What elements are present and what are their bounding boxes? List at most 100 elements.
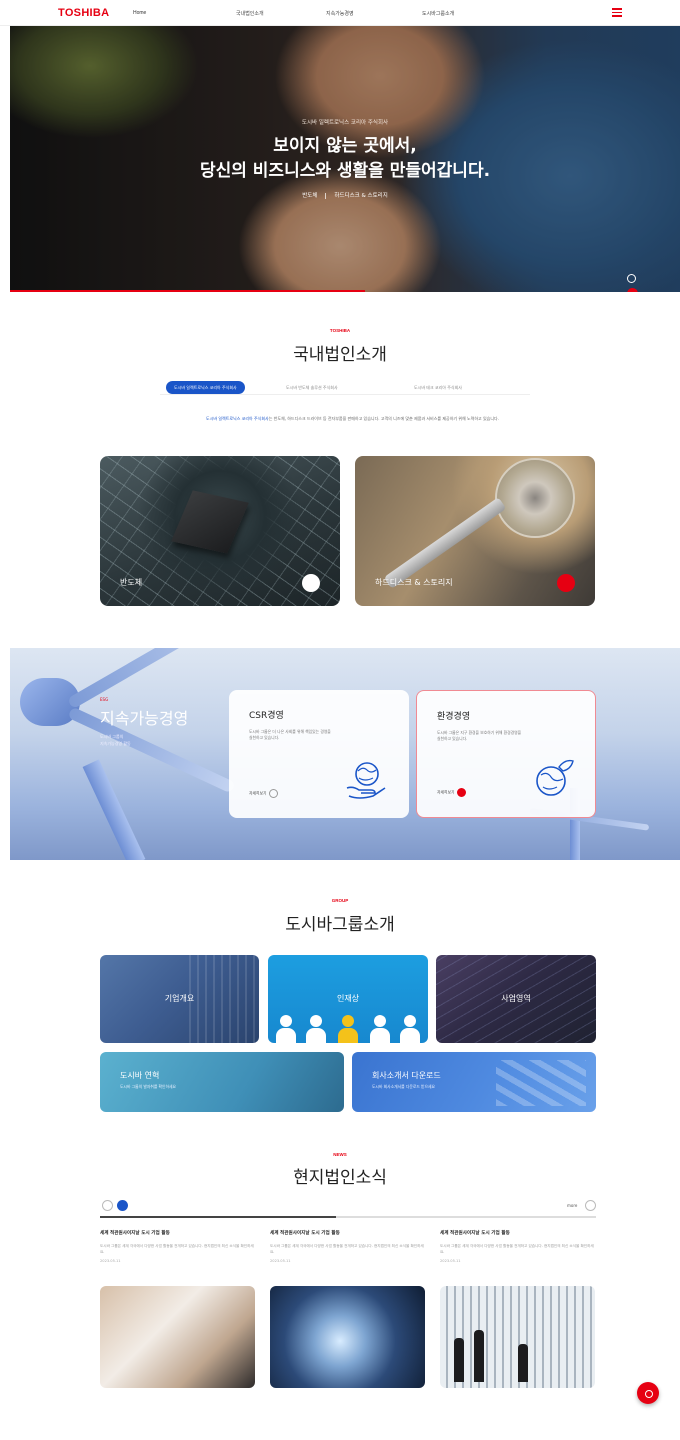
news-image-office[interactable] bbox=[440, 1286, 595, 1388]
csr-card[interactable]: CSR경영 도시바 그룹은 더 나은 사회를 위해 책임있는 경영을 실천하고 … bbox=[229, 690, 409, 818]
globe-in-hand-icon bbox=[346, 762, 386, 799]
group-card-sub: 도시바 그룹의 발자취를 확인하세요 bbox=[120, 1084, 177, 1089]
news-item-desc: 도시바 그룹은 세계 각국에서 다양한 사업 활동을 전개하고 있습니다. 현지… bbox=[440, 1244, 594, 1254]
person-icon bbox=[338, 1015, 358, 1043]
person-icon bbox=[276, 1015, 296, 1043]
arrow-icon bbox=[269, 789, 279, 798]
csr-title: CSR경영 bbox=[249, 711, 284, 721]
news-next-button[interactable] bbox=[117, 1200, 128, 1211]
domestic-title: 국내법인소개 bbox=[293, 345, 387, 365]
turbine-pole-image bbox=[82, 759, 146, 860]
csr-more-label: 자세히보기 bbox=[249, 790, 267, 796]
tab-semiconductor-solution[interactable]: 도시바 반도체 솔루션 주식회사 bbox=[278, 381, 346, 394]
news-item-desc: 도시바 그룹은 세계 각국에서 다양한 사업 활동을 전개하고 있습니다. 현지… bbox=[270, 1244, 424, 1254]
group-card-sub: 도시바 회사소개서를 다운로드 받으세요 bbox=[372, 1084, 436, 1089]
person-silhouette bbox=[474, 1330, 484, 1382]
sustain-desc-line1: 도시바 그룹의 bbox=[100, 734, 124, 739]
news-prev-button[interactable] bbox=[102, 1200, 113, 1211]
group-kicker: GROUP bbox=[331, 898, 349, 903]
tab-tec-korea[interactable]: 도시바 테크 코리아 주식회사 bbox=[406, 381, 470, 394]
news-item-title: 세계 적관원사이지날 도시 기업 활동 bbox=[270, 1231, 340, 1236]
news-kicker: NEWS bbox=[333, 1152, 347, 1157]
business-card-label: 하드디스크 & 스토리지 bbox=[375, 578, 453, 587]
sustain-kicker: ESG bbox=[100, 697, 109, 702]
hero-kicker: 도시바 일렉트로닉스 코리아 주식회사 bbox=[301, 120, 389, 126]
slider-pause-button[interactable] bbox=[627, 274, 636, 283]
news-item[interactable]: 세계 적관원사이지날 도시 기업 활동 도시바 그룹은 세계 각국에서 다양한 … bbox=[100, 1230, 255, 1263]
news-scrollbar-thumb[interactable] bbox=[100, 1216, 336, 1218]
eco-globe-icon bbox=[536, 759, 574, 796]
business-card-label: 반도체 bbox=[120, 578, 143, 587]
hero-link-semiconductor[interactable]: 반도체 bbox=[302, 193, 317, 199]
group-card-talent[interactable]: 인재상 bbox=[268, 955, 428, 1043]
group-card-business[interactable]: 사업영역 bbox=[436, 955, 596, 1043]
arrow-icon bbox=[457, 788, 467, 797]
group-card-label: 인재상 bbox=[336, 994, 360, 1003]
chip-image bbox=[171, 490, 249, 554]
hero-link-storage[interactable]: 하드디스크 & 스토리지 bbox=[334, 193, 387, 199]
news-image-technology[interactable] bbox=[270, 1286, 425, 1388]
group-card-label: 도시바 연혁 bbox=[120, 1071, 160, 1080]
hero-links: 반도체 하드디스크 & 스토리지 bbox=[10, 191, 680, 199]
plus-icon[interactable] bbox=[585, 1200, 596, 1211]
csr-more-link[interactable]: 자세히보기 bbox=[249, 789, 279, 798]
hero-title: 보이지 않는 곳에서, 당신의 비즈니스와 생활을 만들어갑니다. bbox=[10, 134, 680, 184]
arrow-button[interactable] bbox=[302, 574, 320, 592]
news-item[interactable]: 세계 적관원사이지날 도시 기업 활동 도시바 그룹은 세계 각국에서 다양한 … bbox=[270, 1230, 425, 1263]
hero-progress-bar bbox=[10, 290, 365, 292]
news-item-date: 2023.05.11 bbox=[100, 1259, 121, 1263]
business-card-storage[interactable]: 하드디스크 & 스토리지 bbox=[355, 456, 595, 606]
news-item[interactable]: 세계 적관원사이지날 도시 기업 활동 도시바 그룹은 세계 각국에서 다양한 … bbox=[440, 1230, 595, 1263]
group-card-label: 기업개요 bbox=[164, 994, 195, 1003]
news-item-date: 2023.05.11 bbox=[440, 1259, 461, 1263]
news-title: 현지법인소식 bbox=[293, 1168, 387, 1188]
sustain-desc: 도시바 그룹의 지속가능경영 활동 bbox=[100, 733, 131, 747]
news-item-title: 세계 적관원사이지날 도시 기업 활동 bbox=[100, 1231, 170, 1236]
intro-body: 는 반도체, 하드디스크 드라이브 등 전자부품을 판매하고 있습니다. 고객의… bbox=[268, 416, 499, 421]
person-silhouette bbox=[454, 1338, 464, 1382]
turbine-blade-image bbox=[67, 648, 247, 710]
slider-play-button[interactable] bbox=[627, 288, 638, 292]
group-card-label: 회사소개서 다운로드 bbox=[372, 1071, 441, 1080]
hero-banner: 도시바 일렉트로닉스 코리아 주식회사 보이지 않는 곳에서, 당신의 비즈니스… bbox=[10, 26, 680, 292]
person-silhouette bbox=[518, 1344, 528, 1382]
hamburger-menu-icon[interactable] bbox=[612, 8, 622, 17]
nav-domestic[interactable]: 국내법인소개 bbox=[236, 10, 264, 17]
intro-highlight: 도시바 일렉트로닉스 코리아 주식회사 bbox=[206, 416, 269, 421]
sustain-title: 지속가능경영 bbox=[100, 709, 189, 728]
disk-arm-image bbox=[383, 497, 507, 589]
arrow-button[interactable] bbox=[557, 574, 575, 592]
person-icon bbox=[400, 1015, 420, 1043]
group-card-brochure[interactable]: 회사소개서 다운로드 도시바 회사소개서를 다운로드 받으세요 bbox=[352, 1052, 596, 1112]
env-desc: 도시바 그룹은 지구 환경을 보호하기 위해 환경경영을 실천하고 있습니다. bbox=[437, 730, 522, 741]
news-item-date: 2023.05.11 bbox=[270, 1259, 291, 1263]
hero-title-line2: 당신의 비즈니스와 생활을 만들어갑니다. bbox=[199, 161, 491, 181]
group-title: 도시바그룹소개 bbox=[285, 915, 395, 935]
business-card-semiconductor[interactable]: 반도체 bbox=[100, 456, 340, 606]
person-icon bbox=[306, 1015, 326, 1043]
group-card-overview[interactable]: 기업개요 bbox=[100, 955, 259, 1043]
group-card-history[interactable]: 도시바 연혁 도시바 그룹의 발자취를 확인하세요 bbox=[100, 1052, 344, 1112]
floating-action-button[interactable] bbox=[637, 1382, 659, 1404]
hero-link-divider bbox=[325, 192, 327, 199]
hero-title-line1: 보이지 않는 곳에서, bbox=[273, 136, 417, 156]
nav-sustainability[interactable]: 지속가능경영 bbox=[326, 10, 354, 17]
group-card-label: 사업영역 bbox=[501, 994, 531, 1003]
site-header: TOSHIBA Home 국내법인소개 지속가능경영 도시바그룹소개 bbox=[0, 0, 680, 26]
env-card[interactable]: 환경경영 도시바 그룹은 지구 환경을 보호하기 위해 환경경영을 실천하고 있… bbox=[416, 690, 596, 818]
news-more-link[interactable]: more bbox=[567, 1203, 577, 1208]
toshiba-logo[interactable]: TOSHIBA bbox=[58, 7, 109, 19]
csr-desc: 도시바 그룹은 더 나은 사회를 위해 책임있는 경영을 실천하고 있습니다. bbox=[249, 729, 331, 740]
company-tabs: 도시바 일렉트로닉스 코리아 주식회사 도시바 반도체 솔루션 주식회사 도시바… bbox=[160, 381, 530, 395]
domestic-kicker: TOSHIBA bbox=[329, 328, 351, 333]
env-title: 환경경영 bbox=[437, 712, 471, 722]
env-more-link[interactable]: 자세히보기 bbox=[437, 788, 467, 797]
news-image-meeting[interactable] bbox=[100, 1286, 255, 1388]
disk-platter-image bbox=[495, 458, 575, 538]
home-link[interactable]: Home bbox=[133, 10, 146, 16]
news-item-title: 세계 적관원사이지날 도시 기업 활동 bbox=[440, 1231, 510, 1236]
tab-electronics-korea[interactable]: 도시바 일렉트로닉스 코리아 주식회사 bbox=[166, 381, 245, 394]
nav-group[interactable]: 도시바그룹소개 bbox=[422, 10, 454, 17]
person-icon bbox=[370, 1015, 390, 1043]
news-item-desc: 도시바 그룹은 세계 각국에서 다양한 사업 활동을 전개하고 있습니다. 현지… bbox=[100, 1244, 254, 1254]
